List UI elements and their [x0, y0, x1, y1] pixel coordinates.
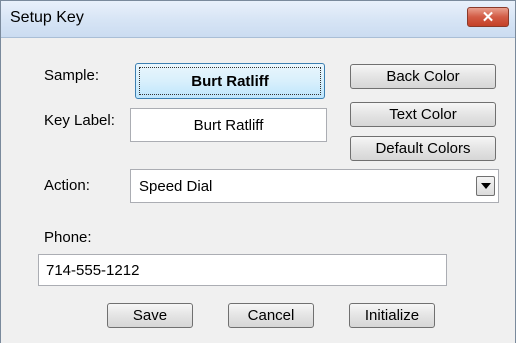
- action-label: Action:: [44, 177, 90, 194]
- phone-value: 714-555-1212: [46, 261, 140, 279]
- default-colors-button[interactable]: Default Colors: [350, 136, 496, 161]
- key-label-label: Key Label:: [44, 112, 115, 129]
- key-label-value: Burt Ratliff: [193, 116, 264, 134]
- sample-button[interactable]: Burt Ratliff: [135, 63, 325, 99]
- cancel-button[interactable]: Cancel: [228, 303, 314, 328]
- phone-label: Phone:: [44, 229, 92, 246]
- initialize-button[interactable]: Initialize: [349, 303, 435, 328]
- dropdown-button[interactable]: [476, 176, 495, 196]
- sample-button-text: Burt Ratliff: [191, 72, 269, 90]
- action-select[interactable]: Speed Dial: [130, 169, 499, 203]
- action-selected-value: Speed Dial: [139, 178, 213, 195]
- save-button[interactable]: Save: [107, 303, 193, 328]
- back-color-button[interactable]: Back Color: [350, 64, 496, 89]
- phone-input[interactable]: 714-555-1212: [38, 254, 447, 286]
- close-button[interactable]: ✕: [467, 7, 509, 27]
- title-bar: Setup Key ✕: [1, 1, 515, 38]
- chevron-down-icon: [480, 183, 491, 189]
- sample-focus-rect: Burt Ratliff: [139, 67, 321, 95]
- window-title: Setup Key: [10, 9, 84, 26]
- setup-key-dialog: Setup Key ✕ Sample: Burt Ratliff Key Lab…: [0, 0, 516, 343]
- sample-label: Sample:: [44, 67, 100, 84]
- text-color-button[interactable]: Text Color: [350, 102, 496, 127]
- key-label-input[interactable]: Burt Ratliff: [130, 108, 327, 142]
- close-icon: ✕: [481, 8, 495, 26]
